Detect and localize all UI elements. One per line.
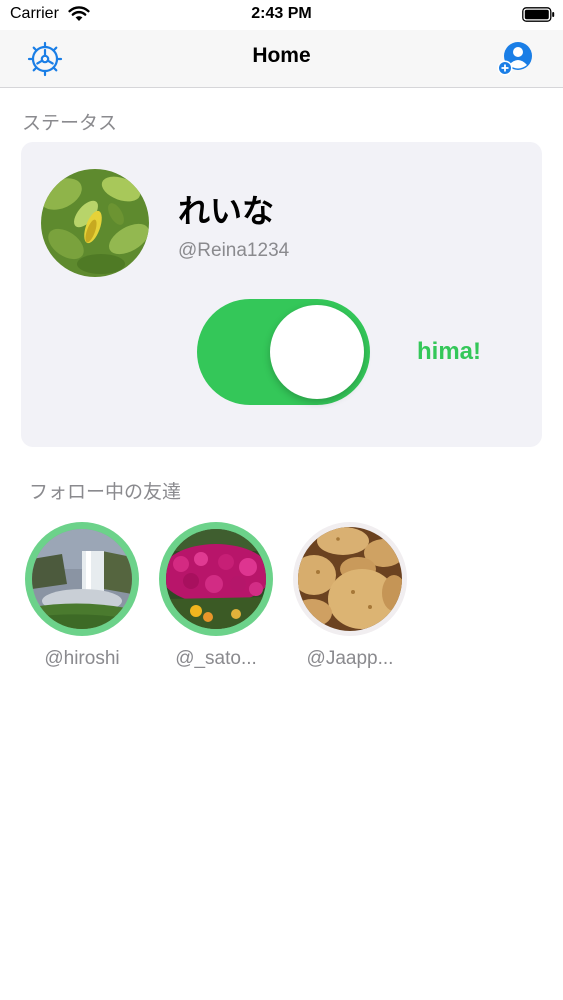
navigation-bar: Home	[0, 30, 563, 88]
friend-avatar-ring	[159, 522, 273, 636]
status-card: れいな @Reina1234 hima!	[21, 142, 542, 447]
friends-section-title: フォロー中の友達	[29, 481, 182, 503]
status-section-title: ステータス	[22, 112, 118, 134]
friend-handle: @hiroshi	[44, 648, 120, 669]
friend-item-hiroshi[interactable]: @hiroshi	[22, 522, 142, 672]
page-title: Home	[252, 44, 311, 67]
friend-avatar	[32, 529, 132, 629]
user-handle: @Reina1234	[178, 240, 290, 261]
avatar-photo	[41, 169, 149, 277]
toggle-knob	[270, 305, 364, 399]
cookies-photo	[298, 527, 402, 631]
friend-avatar-ring	[293, 522, 407, 636]
user-avatar[interactable]	[41, 169, 149, 277]
friend-item-sato[interactable]: @_sato...	[156, 522, 276, 672]
friend-avatar	[298, 527, 402, 631]
user-display-name: れいな	[178, 192, 275, 230]
flowers-photo	[166, 529, 266, 629]
status-bar: Carrier 2:43 PM	[0, 0, 563, 30]
add-friend-button[interactable]	[497, 41, 535, 77]
clock: 2:43 PM	[251, 5, 312, 22]
status-label: hima!	[417, 338, 482, 365]
waterfall-photo	[32, 529, 132, 629]
battery-icon	[522, 7, 555, 22]
friend-handle: @Jaapp...	[306, 648, 394, 669]
friend-avatar	[166, 529, 266, 629]
friend-handle: @_sato...	[175, 648, 257, 669]
add-friend-icon	[497, 42, 532, 76]
friend-avatar-ring	[25, 522, 139, 636]
friend-item-jaapp[interactable]: @Jaapp...	[290, 522, 410, 672]
hima-status-toggle[interactable]	[197, 299, 370, 405]
